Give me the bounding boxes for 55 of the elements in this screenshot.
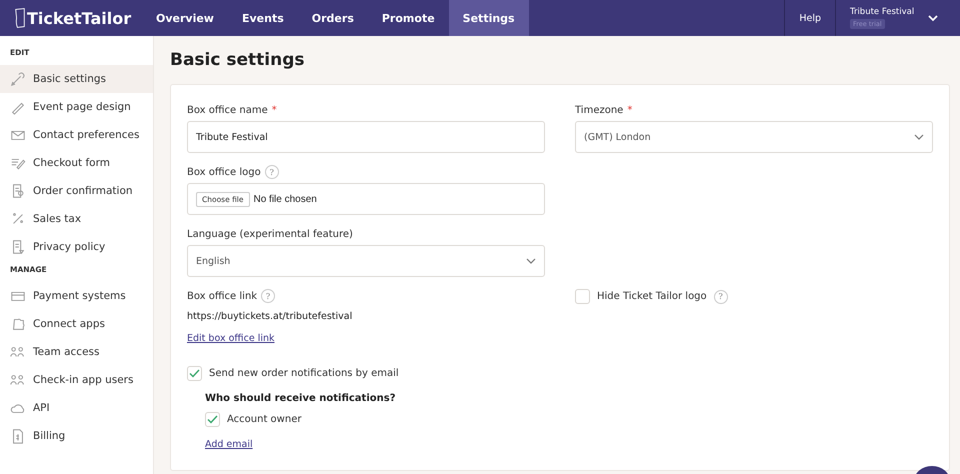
checkbox-label: Account owner — [227, 414, 302, 425]
nav-tab[interactable]: Orders — [298, 0, 368, 36]
required-mark: * — [272, 104, 277, 116]
nav-tab[interactable]: Promote — [368, 0, 449, 36]
section-heading: Who should receive notifications? — [205, 393, 396, 404]
box-office-name-field[interactable]: Tribute Festival — [187, 121, 545, 153]
add-email-link[interactable]: Add email — [205, 439, 253, 450]
language-select[interactable]: English — [187, 245, 545, 277]
field-label: Box office logo — [187, 166, 261, 178]
checkbox[interactable] — [575, 289, 590, 304]
help-icon[interactable]: ? — [714, 290, 728, 304]
logo-text: TicketTailor — [27, 8, 132, 28]
sidebar-item[interactable]: Basic settings — [0, 65, 153, 93]
field-label: Timezone — [575, 104, 624, 116]
sidebar-item[interactable]: Order confirmation — [0, 177, 153, 205]
timezone-select[interactable]: (GMT) London — [575, 121, 933, 153]
sidebar-item[interactable]: Connect apps — [0, 310, 153, 338]
sidebar-item[interactable]: Check-in app users — [0, 366, 153, 394]
logo[interactable]: TicketTailor — [0, 0, 142, 36]
checkbox-label: Send new order notifications by email — [209, 368, 399, 379]
sidebar-item[interactable]: Event page design — [0, 93, 153, 121]
checkbox-label: Hide Ticket Tailor logo — [597, 291, 707, 302]
menu-item-icon — [10, 428, 26, 444]
sidebar-item[interactable]: Checkout form — [0, 149, 153, 177]
chevron-down-icon — [928, 14, 938, 22]
sidebar-item[interactable]: Sales tax — [0, 205, 153, 233]
help-icon[interactable]: ? — [264, 165, 279, 179]
sidebar-item[interactable]: Billing — [0, 422, 153, 450]
field-label: Box office name — [187, 104, 268, 116]
chevron-down-icon — [914, 134, 924, 140]
menu-item-icon — [10, 316, 26, 332]
field-label: Box office link — [187, 290, 258, 302]
field-label: Language (experimental feature) — [187, 228, 353, 240]
account-name: Tribute Festival — [850, 7, 914, 17]
edit-link[interactable]: Edit box office link — [187, 333, 274, 344]
checkbox[interactable] — [205, 412, 220, 427]
help-icon[interactable]: ? — [261, 289, 276, 303]
required-mark: * — [627, 104, 632, 116]
nav-tab[interactable]: Overview — [142, 0, 228, 36]
sidebar-item[interactable]: Contact preferences — [0, 121, 153, 149]
sidebar-item[interactable]: Privacy policy — [0, 233, 153, 261]
nav-tab[interactable]: Events — [228, 0, 298, 36]
chevron-down-icon — [526, 258, 536, 264]
checkbox[interactable] — [187, 366, 202, 381]
nav-tab[interactable]: Settings — [448, 0, 529, 36]
ticket-icon — [14, 7, 26, 29]
menu-item-icon — [10, 183, 26, 199]
sidebar-item[interactable]: API — [0, 394, 153, 422]
menu-item-icon — [10, 71, 26, 87]
file-status: No file chosen — [254, 194, 317, 204]
menu-item-icon — [10, 239, 26, 255]
box-office-url: https://buytickets.at/tributefestival — [187, 311, 354, 322]
sidebar-item[interactable]: Payment systems — [0, 282, 153, 310]
sidebar-item[interactable]: Team access — [0, 338, 153, 366]
page-title: Basic settings — [170, 50, 306, 70]
